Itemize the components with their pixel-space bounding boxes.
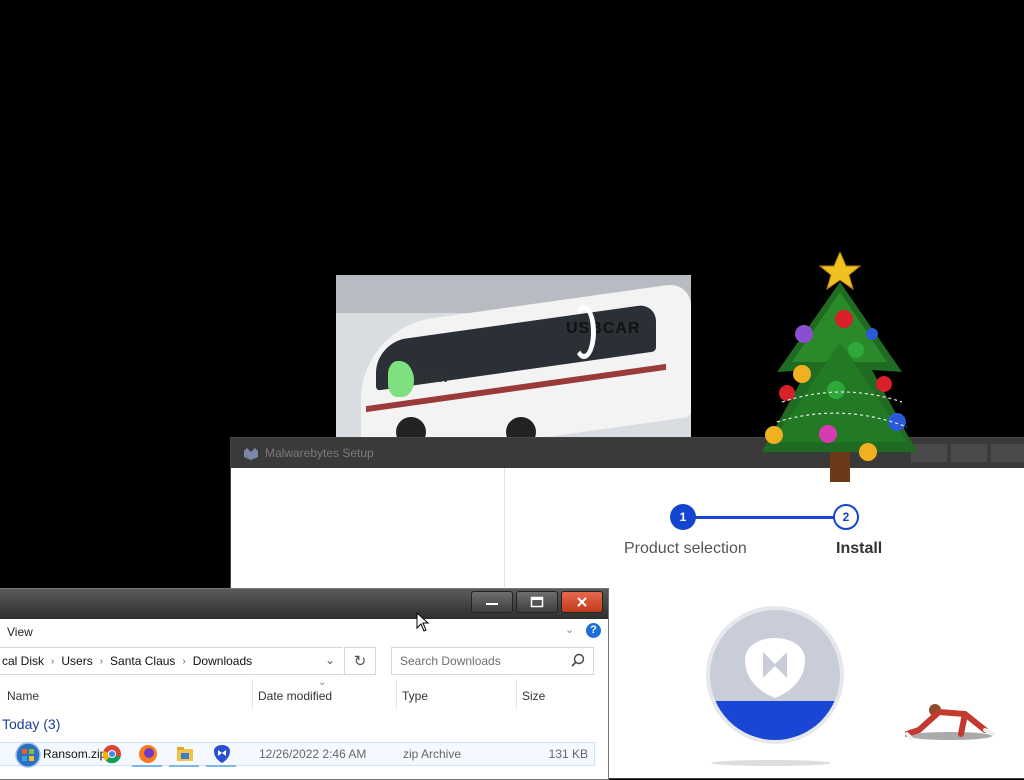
step-1-badge: 1 <box>670 504 696 530</box>
explorer-ribbon: View ⌄ ? <box>0 619 608 643</box>
step-2-badge: 2 <box>833 504 859 530</box>
column-divider[interactable] <box>516 679 517 709</box>
breadcrumb-users[interactable]: Users <box>57 654 96 668</box>
column-divider[interactable] <box>396 679 397 709</box>
bus-photo: USBCAR USBCAR <box>336 275 691 440</box>
breadcrumb-downloads[interactable]: Downloads <box>189 654 256 668</box>
step-2-label: Install <box>836 540 883 557</box>
refresh-icon: ↻ <box>353 653 367 670</box>
minimize-button[interactable] <box>471 591 513 613</box>
file-size: 131 KB <box>548 747 588 761</box>
maximize-button[interactable] <box>516 591 558 613</box>
explorer-titlebar[interactable] <box>0 589 608 619</box>
minimize-icon <box>486 603 498 605</box>
start-orb-icon[interactable] <box>14 742 42 768</box>
address-dropdown-icon[interactable]: ⌄ <box>325 653 335 667</box>
close-icon <box>577 597 587 607</box>
search-box[interactable] <box>391 647 594 675</box>
breadcrumb-separator-icon[interactable]: › <box>48 656 57 667</box>
logo-progress-fill <box>710 701 840 740</box>
search-input[interactable] <box>392 653 572 669</box>
breadcrumb-santa-claus[interactable]: Santa Claus <box>106 654 179 668</box>
column-header-name[interactable]: Name <box>7 689 39 703</box>
mb-maximize-button[interactable] <box>951 444 987 462</box>
mb-close-button[interactable] <box>991 444 1024 462</box>
address-bar[interactable]: cal Disk › Users › Santa Claus › Downloa… <box>0 647 343 675</box>
mouse-cursor-icon <box>416 612 430 632</box>
maximize-icon <box>530 596 544 608</box>
taskbar-active-indicator <box>206 765 236 767</box>
malwarebytes-logo <box>706 606 844 744</box>
column-headers: Name ⌄ Date modified Type Size <box>0 677 608 711</box>
group-header-today[interactable]: Today (3) <box>0 711 608 737</box>
ribbon-tab-view[interactable]: View <box>7 625 33 639</box>
sort-chevron-icon: ⌄ <box>318 677 327 688</box>
logo-shadow <box>711 760 831 766</box>
refresh-button[interactable]: ↻ <box>344 647 376 675</box>
mb-window-title: Malwarebytes Setup <box>265 446 374 460</box>
taskbar-icons <box>0 742 250 768</box>
firefox-icon[interactable] <box>138 744 158 764</box>
help-icon[interactable]: ? <box>586 623 601 638</box>
malwarebytes-icon[interactable] <box>212 744 232 764</box>
file-date-modified: 12/26/2022 2:46 AM <box>259 747 367 761</box>
dancing-figure-icon <box>905 704 995 740</box>
close-button[interactable] <box>561 591 603 613</box>
file-type: zip Archive <box>403 747 462 761</box>
column-divider[interactable] <box>252 679 253 709</box>
column-header-date-modified[interactable]: Date modified <box>258 689 332 703</box>
malwarebytes-icon <box>243 446 259 460</box>
breadcrumb-separator-icon[interactable]: › <box>97 656 106 667</box>
ribbon-expand-chevron-icon[interactable]: ⌄ <box>565 623 574 636</box>
column-header-type[interactable]: Type <box>402 689 428 703</box>
breadcrumb-local-disk[interactable]: cal Disk <box>0 654 48 668</box>
breadcrumb-separator-icon[interactable]: › <box>179 656 188 667</box>
search-icon[interactable] <box>571 653 585 667</box>
christmas-tree-icon <box>762 252 917 482</box>
setup-step-indicator: 1 2 Product selection Install <box>621 504 883 564</box>
green-paint-mark <box>388 361 414 397</box>
taskbar-active-indicator <box>169 765 199 767</box>
address-row: cal Disk › Users › Santa Claus › Downloa… <box>0 643 608 679</box>
white-paint-mark <box>572 305 596 359</box>
malwarebytes-m-icon <box>745 638 805 698</box>
chrome-icon[interactable] <box>102 744 122 764</box>
group-label: Today (3) <box>2 716 61 732</box>
mb-window-controls <box>911 444 1024 462</box>
taskbar-active-indicator <box>132 765 162 767</box>
file-explorer-icon[interactable] <box>175 744 195 764</box>
column-header-size[interactable]: Size <box>522 689 545 703</box>
step-progress-line <box>683 516 843 519</box>
step-1-label: Product selection <box>624 540 747 557</box>
